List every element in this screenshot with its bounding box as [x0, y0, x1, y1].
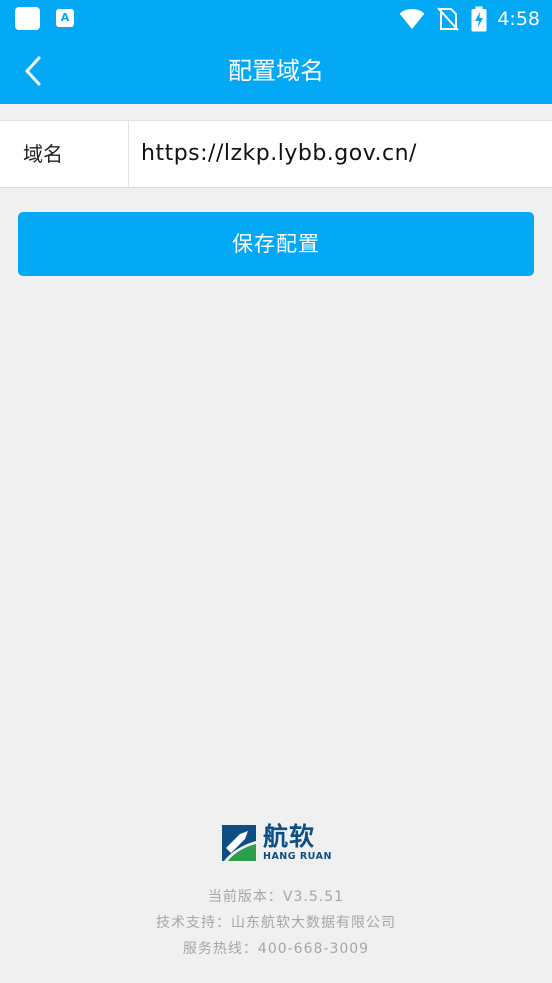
status-time: 4:58	[497, 8, 540, 30]
brand-name-en: HANG RUAN	[263, 851, 332, 862]
hotline-text: 服务热线：400-668-3009	[182, 941, 370, 957]
domain-input[interactable]: https://lzkp.lybb.gov.cn/	[130, 121, 552, 187]
save-config-button[interactable]: 保存配置	[18, 212, 534, 276]
brand-logo: 航软 HANG RUAN	[218, 823, 338, 865]
page-title: 配置域名	[228, 57, 324, 85]
status-bar-right: 4:58	[399, 0, 540, 38]
domain-form-row: 域名 https://lzkp.lybb.gov.cn/	[0, 120, 552, 188]
app-notification-icon: A	[56, 9, 74, 27]
version-text: 当前版本：V3.5.51	[207, 889, 345, 905]
no-sim-icon	[437, 7, 460, 31]
status-bar: A 4:58	[0, 0, 552, 38]
hangruan-logo-icon	[222, 825, 256, 861]
app-notification-glyph: A	[60, 11, 70, 24]
wifi-icon	[399, 9, 425, 29]
support-text: 技术支持：山东航软大数据有限公司	[156, 915, 396, 931]
brand-name-cn: 航软	[263, 822, 316, 851]
domain-label: 域名	[0, 121, 129, 187]
battery-charging-icon	[471, 6, 487, 32]
app-bar: 配置域名	[0, 38, 552, 104]
notification-square-icon	[15, 7, 40, 30]
